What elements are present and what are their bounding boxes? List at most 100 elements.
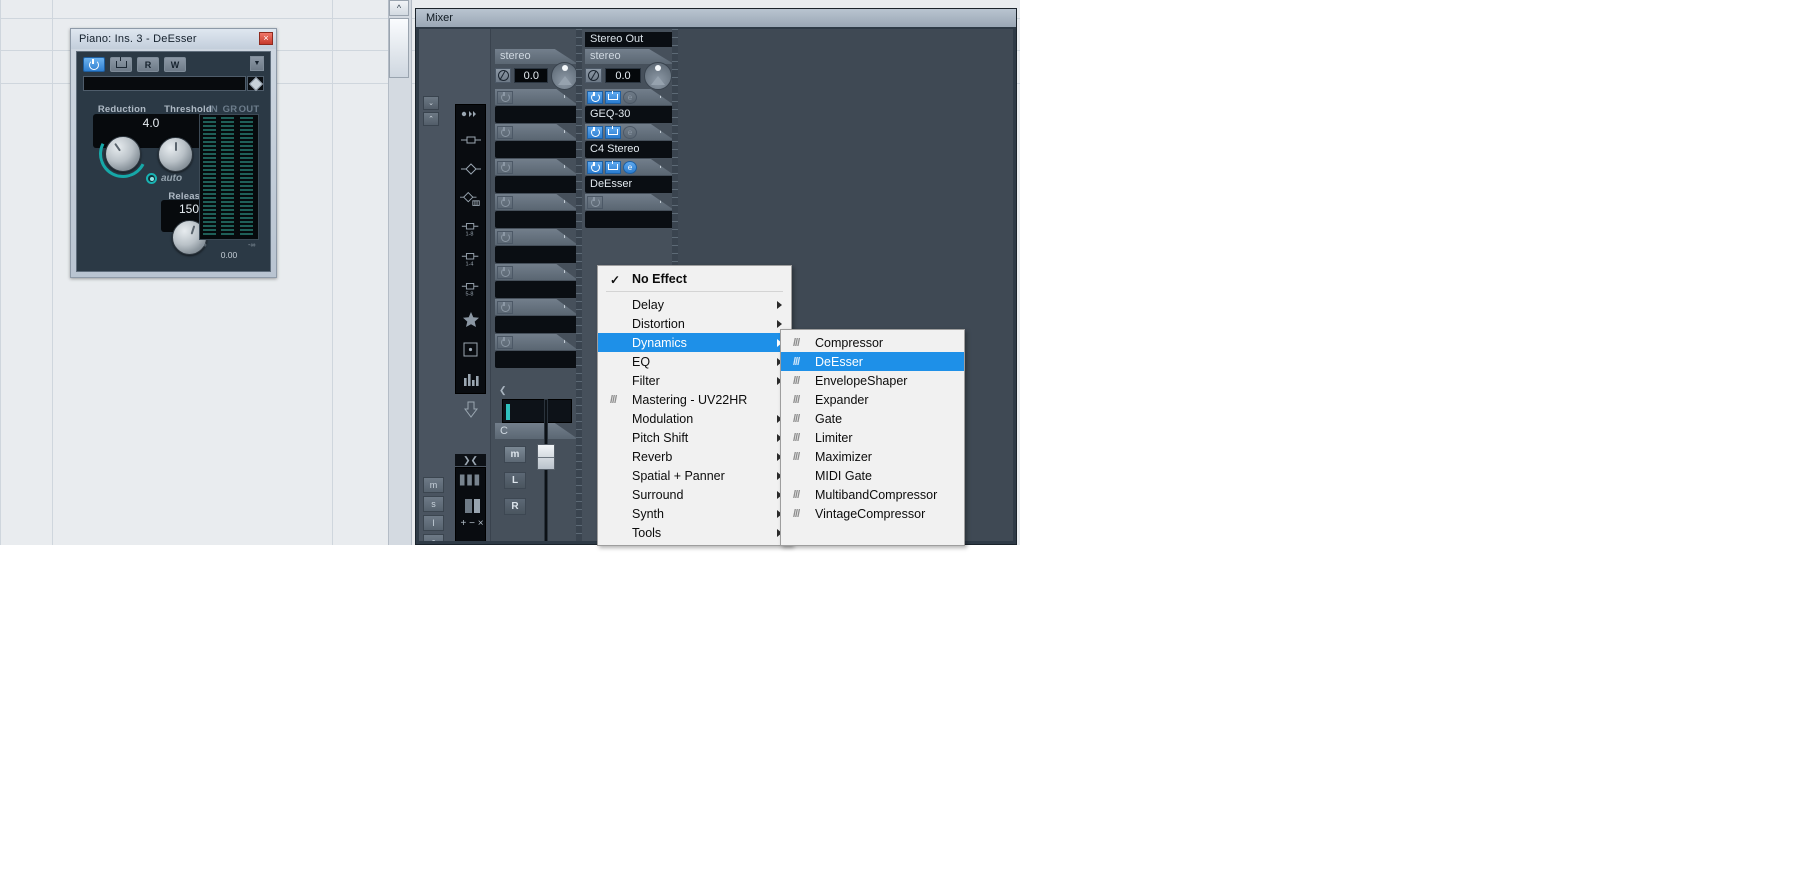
- insert-edit-button[interactable]: e: [623, 90, 637, 104]
- submenu-item-vintagecompressor[interactable]: /// VintageCompressor: [781, 504, 964, 523]
- routing-icon[interactable]: [460, 134, 482, 146]
- submenu-item-maximizer[interactable]: /// Maximizer: [781, 447, 964, 466]
- background-scrollbar[interactable]: [388, 0, 412, 545]
- menu-item-pitch-shift[interactable]: Pitch Shift: [598, 428, 791, 447]
- preset-browser-button[interactable]: [247, 76, 264, 91]
- stereo-out-gain[interactable]: 0.0: [605, 68, 641, 83]
- collapse-arrows-icon[interactable]: ❯❮: [455, 454, 486, 466]
- insert-edit-button[interactable]: e: [623, 125, 637, 139]
- menu-item-spatial-panner[interactable]: Spatial + Panner: [598, 466, 791, 485]
- sends-1-8-icon[interactable]: 1-8: [460, 222, 482, 237]
- menu-item-reverb[interactable]: Reverb: [598, 447, 791, 466]
- mute-all-button[interactable]: m: [423, 477, 444, 493]
- mixer-titlebar[interactable]: Mixer: [416, 9, 1016, 27]
- bypass-button[interactable]: [110, 57, 132, 72]
- channel-settings-icon[interactable]: [460, 342, 482, 356]
- menu-item-no-effect[interactable]: ✓ No Effect: [598, 269, 791, 288]
- menu-item-filter[interactable]: Filter: [598, 371, 791, 390]
- insert-slot-value[interactable]: [495, 211, 578, 228]
- insert-bypass-button[interactable]: [605, 125, 621, 139]
- listen-all-button[interactable]: l: [423, 515, 444, 531]
- channel-1-fader-handle[interactable]: [537, 444, 555, 470]
- insert-power-button[interactable]: [497, 230, 513, 244]
- submenu-item-envelopeshaper[interactable]: /// EnvelopeShaper: [781, 371, 964, 390]
- menu-item-distortion[interactable]: Distortion: [598, 314, 791, 333]
- submenu-item-gate[interactable]: /// Gate: [781, 409, 964, 428]
- sends-5-8-icon[interactable]: 5-8: [460, 282, 482, 297]
- power-button[interactable]: [83, 57, 105, 72]
- channel-1-collapse[interactable]: ❮: [495, 385, 579, 396]
- eq-curve-icon[interactable]: [460, 372, 482, 386]
- meter-split-icon[interactable]: [462, 499, 484, 513]
- insert-slot-value[interactable]: [495, 316, 578, 333]
- insert-power-button[interactable]: [497, 125, 513, 139]
- read-automation-button[interactable]: R: [137, 57, 159, 72]
- insert-power-button[interactable]: [587, 125, 603, 139]
- menu-item-synth[interactable]: Synth: [598, 504, 791, 523]
- insert-slot-value[interactable]: [585, 211, 674, 228]
- scroll-down-button[interactable]: ⌄: [423, 96, 439, 110]
- insert-power-button[interactable]: [587, 90, 603, 104]
- insert-slot-value[interactable]: [495, 281, 578, 298]
- insert-slot-value[interactable]: DeEsser: [585, 176, 674, 193]
- plusminus-label[interactable]: + − ×: [459, 516, 485, 530]
- submenu-item-compressor[interactable]: /// Compressor: [781, 333, 964, 352]
- menu-item-modulation[interactable]: Modulation: [598, 409, 791, 428]
- plugin-menu-dropdown[interactable]: ▼: [250, 56, 264, 71]
- insert-edit-button[interactable]: e: [623, 160, 637, 174]
- phase-invert-button[interactable]: [495, 68, 512, 83]
- reduction-knob[interactable]: [105, 136, 141, 172]
- meter-bars-icon[interactable]: [459, 473, 481, 487]
- preset-field[interactable]: [83, 76, 246, 91]
- channel-1-fader-track[interactable]: [544, 399, 548, 541]
- menu-item-delay[interactable]: Delay: [598, 295, 791, 314]
- menu-item-dynamics[interactable]: Dynamics: [598, 333, 791, 352]
- read-all-button[interactable]: r: [423, 534, 444, 541]
- submenu-item-limiter[interactable]: /// Limiter: [781, 428, 964, 447]
- auto-toggle[interactable]: auto: [146, 173, 182, 184]
- channel-1-routing[interactable]: C: [495, 423, 578, 439]
- insert-power-button[interactable]: [587, 160, 603, 174]
- scroll-up-button[interactable]: ^: [389, 0, 409, 16]
- star-icon[interactable]: [460, 311, 482, 327]
- insert-power-button[interactable]: [587, 195, 603, 209]
- channel-1-read[interactable]: R: [504, 498, 526, 515]
- scroll-up-button[interactable]: ⌃: [423, 112, 439, 126]
- insert-slot-value[interactable]: C4 Stereo: [585, 141, 674, 158]
- insert-slot-value[interactable]: [495, 176, 578, 193]
- menu-item-eq[interactable]: EQ: [598, 352, 791, 371]
- insert-power-button[interactable]: [497, 335, 513, 349]
- insert-bypass-button[interactable]: [605, 90, 621, 104]
- close-icon[interactable]: ×: [259, 32, 273, 45]
- menu-item-surround[interactable]: Surround: [598, 485, 791, 504]
- phase-invert-button[interactable]: [585, 68, 602, 83]
- channel-1-pan-knob[interactable]: [551, 61, 578, 90]
- insert-power-button[interactable]: [497, 195, 513, 209]
- meters-icon[interactable]: [460, 110, 482, 118]
- submenu-item-multibandcompressor[interactable]: /// MultibandCompressor: [781, 485, 964, 504]
- insert-slot-value[interactable]: [495, 141, 578, 158]
- inserts-eq-icon[interactable]: [459, 191, 482, 206]
- reduction-value[interactable]: 4.0: [93, 116, 209, 130]
- insert-power-button[interactable]: [497, 90, 513, 104]
- submenu-item-deesser[interactable]: /// DeEsser: [781, 352, 964, 371]
- sends-1-4-icon[interactable]: 1-4: [460, 252, 482, 267]
- channel-1-listen[interactable]: L: [504, 472, 526, 489]
- stereo-out-pan-knob[interactable]: [644, 61, 672, 90]
- threshold-knob[interactable]: [158, 137, 193, 172]
- plugin-titlebar[interactable]: Piano: Ins. 3 - DeEsser ×: [71, 29, 276, 49]
- insert-power-button[interactable]: [497, 300, 513, 314]
- insert-power-button[interactable]: [497, 265, 513, 279]
- channel-1-mute[interactable]: m: [504, 446, 526, 463]
- channel-1-gain[interactable]: 0.0: [514, 68, 549, 83]
- scrollbar-thumb[interactable]: [389, 18, 409, 78]
- insert-slot-value[interactable]: [495, 351, 578, 368]
- submenu-item-expander[interactable]: /// Expander: [781, 390, 964, 409]
- solo-all-button[interactable]: s: [423, 496, 444, 512]
- submenu-item-midi-gate[interactable]: MIDI Gate: [781, 466, 964, 485]
- insert-slot-value[interactable]: [495, 106, 578, 123]
- menu-item-tools[interactable]: Tools: [598, 523, 791, 542]
- insert-slot-value[interactable]: GEQ-30: [585, 106, 674, 123]
- stereo-out-name[interactable]: Stereo Out: [585, 32, 674, 47]
- output-icon[interactable]: [460, 401, 482, 418]
